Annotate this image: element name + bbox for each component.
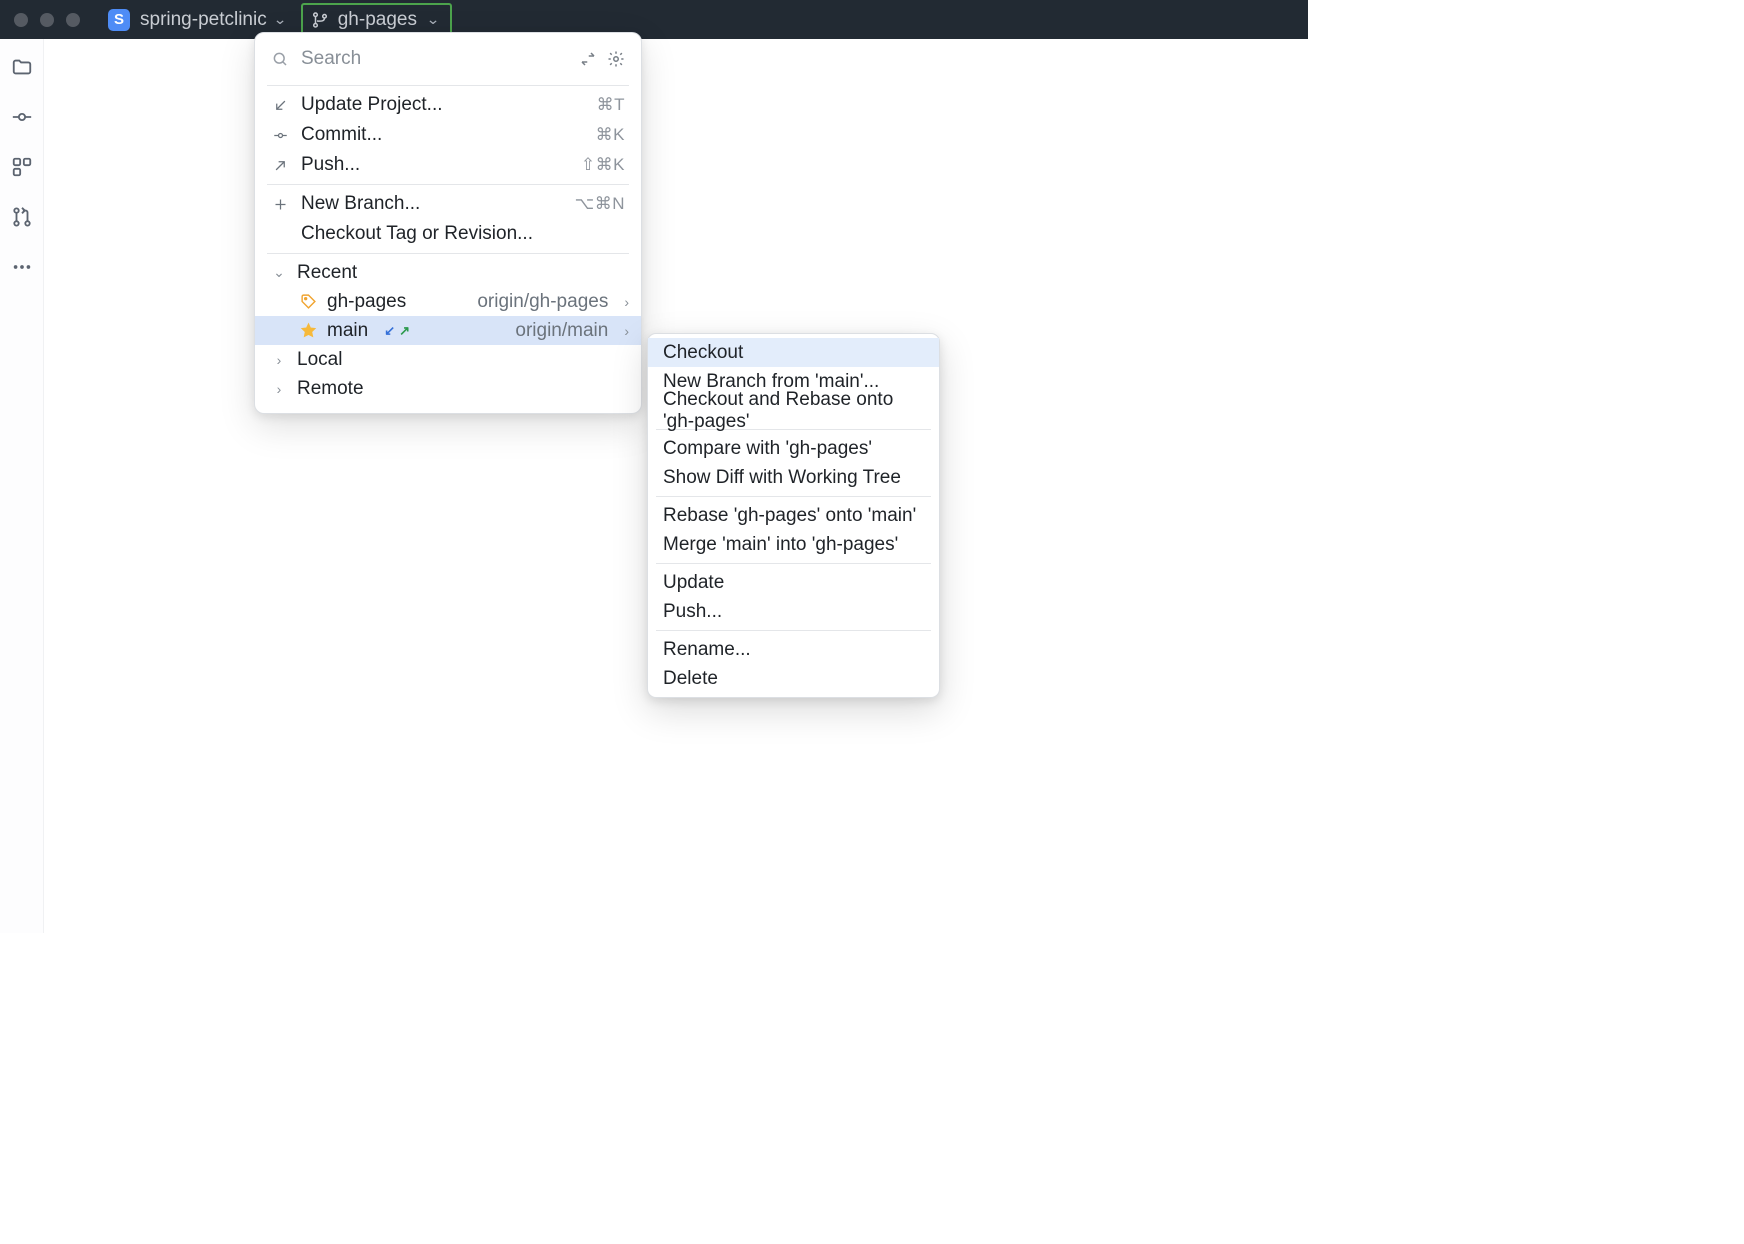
shortcut: ⇧⌘K: [581, 155, 625, 175]
menu-item-label: Commit...: [301, 124, 584, 146]
traffic-zoom-icon[interactable]: [66, 13, 80, 27]
remote-tracking: origin/gh-pages: [477, 291, 608, 313]
search-icon: [271, 50, 289, 68]
ctx-update[interactable]: Update: [648, 568, 939, 597]
ctx-show-diff[interactable]: Show Diff with Working Tree: [648, 463, 939, 492]
traffic-minimize-icon[interactable]: [40, 13, 54, 27]
tree-section-remote[interactable]: › Remote: [255, 374, 641, 403]
ctx-rename[interactable]: Rename...: [648, 635, 939, 664]
separator: [267, 253, 629, 254]
structure-tool-icon[interactable]: [10, 155, 34, 179]
separator: [267, 85, 629, 86]
ctx-rebase-onto[interactable]: Rebase 'gh-pages' onto 'main': [648, 501, 939, 530]
plus-icon: [271, 197, 289, 212]
section-label: Local: [297, 349, 342, 371]
menu-item-label: Push...: [301, 154, 569, 176]
separator: [656, 630, 931, 631]
chevron-down-icon: ⌄: [425, 11, 442, 28]
shortcut: ⌘T: [597, 95, 625, 115]
separator: [656, 496, 931, 497]
ctx-delete[interactable]: Delete: [648, 664, 939, 693]
menu-item-label: New Branch...: [301, 193, 563, 215]
menu-new-branch[interactable]: New Branch... ⌥⌘N: [255, 189, 641, 219]
commit-icon: [271, 128, 289, 143]
menu-commit[interactable]: Commit... ⌘K: [255, 120, 641, 150]
chevron-right-icon: ›: [271, 352, 287, 368]
tree-section-recent[interactable]: ⌄ Recent: [255, 258, 641, 287]
search-row: [255, 39, 641, 81]
branch-context-menu: Checkout New Branch from 'main'... Check…: [647, 333, 940, 698]
branch-name: gh-pages: [327, 291, 406, 313]
menu-item-label: Update Project...: [301, 94, 585, 116]
ctx-checkout-rebase[interactable]: Checkout and Rebase onto 'gh-pages': [648, 396, 939, 425]
branch-item-main[interactable]: main ↙↗ origin/main ›: [255, 316, 641, 345]
chevron-down-icon[interactable]: ⌄: [271, 11, 288, 28]
branch-item-gh-pages[interactable]: gh-pages origin/gh-pages ›: [255, 287, 641, 316]
incoming-outgoing-icon: ↙↗: [384, 323, 410, 339]
search-input[interactable]: [299, 47, 569, 71]
ctx-merge-into[interactable]: Merge 'main' into 'gh-pages': [648, 530, 939, 559]
chevron-right-icon: ›: [624, 323, 629, 339]
chevron-right-icon: ›: [624, 294, 629, 310]
tree-section-local[interactable]: › Local: [255, 345, 641, 374]
fetch-icon[interactable]: [579, 50, 597, 68]
project-icon: S: [108, 9, 130, 31]
menu-item-label: Checkout Tag or Revision...: [301, 223, 625, 245]
traffic-close-icon[interactable]: [14, 13, 28, 27]
project-name[interactable]: spring-petclinic: [140, 9, 267, 31]
window-controls: [14, 13, 80, 27]
tool-window-bar: [0, 39, 44, 933]
branch-name: gh-pages: [338, 9, 417, 31]
arrow-down-left-icon: [271, 98, 289, 113]
branches-popup: Update Project... ⌘T Commit... ⌘K Push..…: [254, 32, 642, 414]
commit-tool-icon[interactable]: [10, 105, 34, 129]
remote-tracking: origin/main: [515, 320, 608, 342]
chevron-right-icon: ›: [271, 381, 287, 397]
ctx-push[interactable]: Push...: [648, 597, 939, 626]
more-tool-icon[interactable]: [10, 255, 34, 279]
project-tool-icon[interactable]: [10, 55, 34, 79]
pull-requests-tool-icon[interactable]: [10, 205, 34, 229]
separator: [656, 563, 931, 564]
menu-checkout-tag[interactable]: Checkout Tag or Revision...: [255, 219, 641, 249]
tag-icon: [299, 293, 317, 310]
shortcut: ⌥⌘N: [575, 194, 625, 214]
star-icon: [299, 322, 317, 339]
branch-icon: [311, 11, 329, 29]
arrow-up-right-icon: [271, 158, 289, 173]
section-label: Remote: [297, 378, 364, 400]
section-label: Recent: [297, 262, 357, 284]
chevron-down-icon: ⌄: [271, 264, 287, 281]
menu-update-project[interactable]: Update Project... ⌘T: [255, 90, 641, 120]
separator: [267, 184, 629, 185]
ctx-checkout[interactable]: Checkout: [648, 338, 939, 367]
shortcut: ⌘K: [596, 125, 625, 145]
ctx-compare-with[interactable]: Compare with 'gh-pages': [648, 434, 939, 463]
branch-name: main: [327, 320, 368, 342]
gear-icon[interactable]: [607, 50, 625, 68]
menu-push[interactable]: Push... ⇧⌘K: [255, 150, 641, 180]
titlebar: S spring-petclinic ⌄ gh-pages ⌄: [0, 0, 1308, 39]
